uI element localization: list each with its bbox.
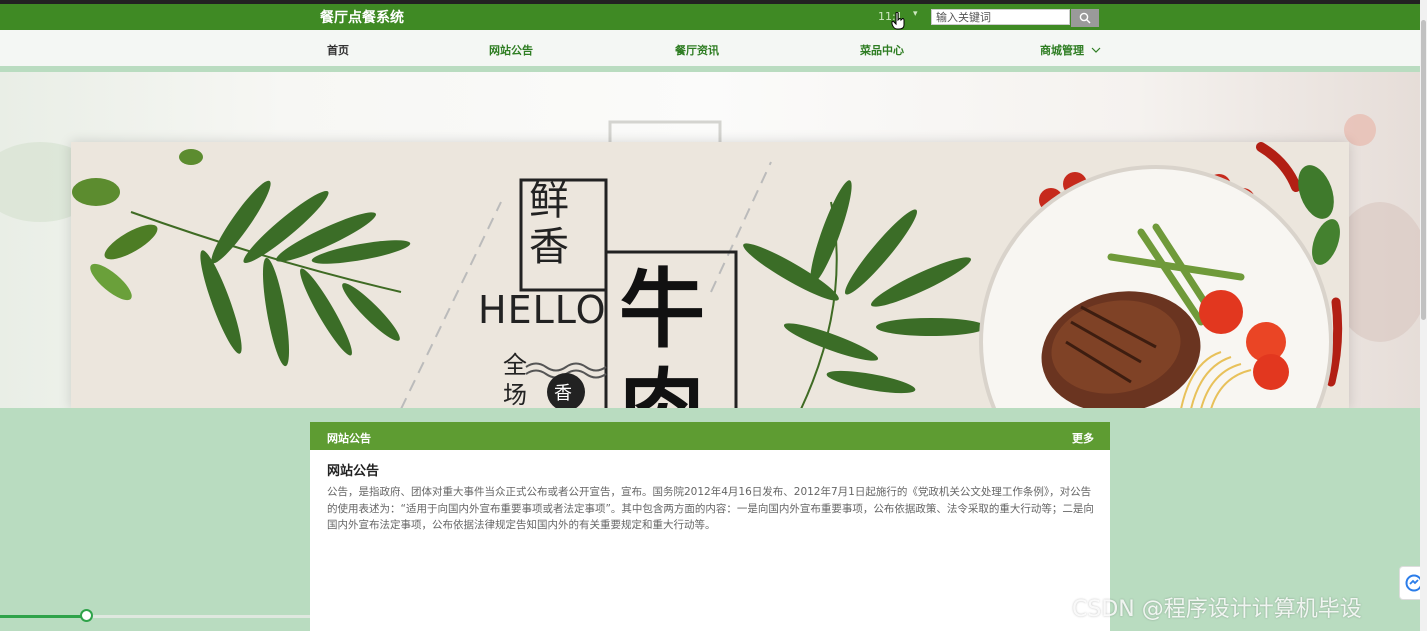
- banner-badge: 香: [554, 383, 572, 404]
- main-nav: 首页 网站公告 餐厅资讯 菜品中心 商城管理: [0, 30, 1420, 66]
- video-progress-fill: [0, 615, 87, 618]
- nav-announcements[interactable]: 网站公告: [489, 42, 533, 58]
- hand-cursor-icon: [891, 12, 905, 30]
- search-button[interactable]: [1071, 9, 1099, 27]
- banner-big-chars: 牛 肉: [619, 260, 705, 409]
- announcement-panel-title: 网站公告: [327, 432, 371, 445]
- article-body: 公告，是指政府、团体对重大事件当众正式公布或者公开宣告，宣布。国务院2012年4…: [327, 486, 1094, 531]
- search-input[interactable]: [931, 9, 1070, 25]
- banner-char-chang: 场: [503, 381, 527, 409]
- video-progress-handle[interactable]: [79, 609, 93, 622]
- nav-mall-management[interactable]: 商城管理: [1040, 42, 1101, 58]
- banner-char-quan: 全: [503, 351, 527, 379]
- site-title[interactable]: 餐厅点餐系统: [320, 7, 404, 27]
- user-dropdown-caret-icon[interactable]: ▾: [913, 9, 918, 19]
- banner-carousel[interactable]: 鲜 香 HELLO 牛 肉 全 场 香: [0, 72, 1420, 409]
- article-title[interactable]: 网站公告: [327, 460, 379, 479]
- site-header: 餐厅点餐系统 11:1 ▾: [0, 4, 1420, 30]
- scrollbar-thumb[interactable]: [1421, 20, 1426, 320]
- announcement-panel-header: 网站公告 更多: [310, 422, 1110, 450]
- nav-restaurant-news[interactable]: 餐厅资讯: [675, 42, 719, 58]
- nav-mall-management-label: 商城管理: [1040, 44, 1084, 57]
- search-icon: [1079, 12, 1091, 24]
- banner-char-xiang: 香: [529, 224, 569, 270]
- watermark: CSDN @程序设计计算机毕设: [1072, 597, 1362, 622]
- announcement-panel: 网站公告 更多 网站公告 公告，是指政府、团体对重大事件当众正式公布或者公开宣告…: [310, 422, 1110, 631]
- banner-image: 鲜 香 HELLO 牛 肉 全 场 香: [71, 142, 1349, 409]
- page-scrollbar[interactable]: [1420, 0, 1427, 631]
- nav-dish-center[interactable]: 菜品中心: [860, 42, 904, 58]
- more-link[interactable]: 更多: [1072, 430, 1094, 446]
- banner-char-niu: 牛: [619, 260, 705, 360]
- banner-char-xian: 鲜: [529, 178, 569, 224]
- banner-small-vertical: 全 场: [503, 350, 527, 409]
- nav-home[interactable]: 首页: [327, 42, 349, 58]
- banner-char-rou: 肉: [619, 360, 705, 409]
- banner-text-xian-xiang: 鲜 香: [529, 178, 569, 270]
- chevron-down-icon: [1091, 47, 1101, 53]
- banner-hello: HELLO: [478, 288, 607, 332]
- banner-artwork: [72, 142, 1343, 409]
